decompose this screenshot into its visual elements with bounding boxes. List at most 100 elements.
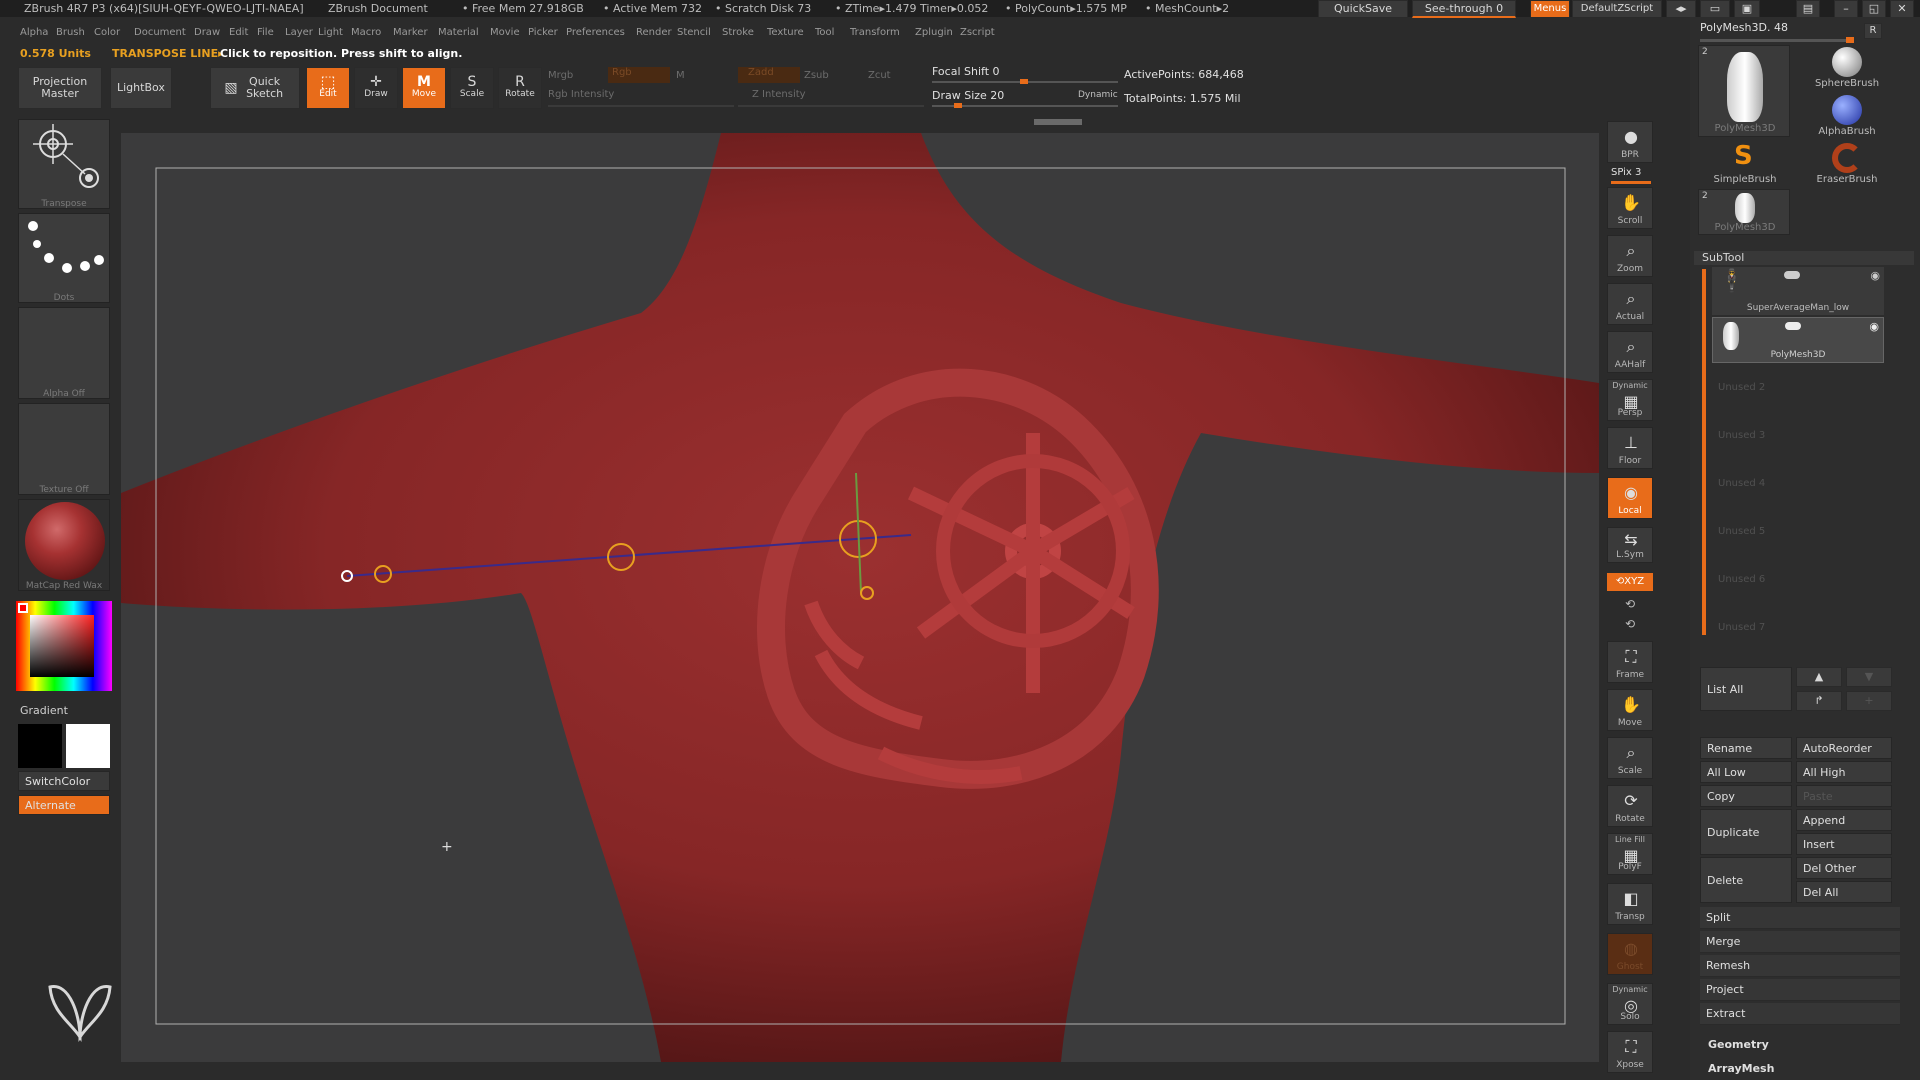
rgb-toggle[interactable]: Rgb bbox=[608, 67, 670, 83]
floor-button[interactable]: ⊥ Floor bbox=[1607, 427, 1653, 469]
layout-icon[interactable]: ▭ bbox=[1700, 0, 1730, 18]
remesh-section[interactable]: Remesh bbox=[1700, 955, 1900, 977]
current-color-swatch[interactable] bbox=[18, 603, 28, 613]
eye-icon[interactable]: ◉ bbox=[1870, 269, 1880, 282]
rotate-y-icon[interactable]: ⟲ bbox=[1625, 597, 1635, 611]
arraymesh-section[interactable]: ArrayMesh bbox=[1708, 1062, 1774, 1075]
rotate-z-icon[interactable]: ⟲ bbox=[1625, 617, 1635, 631]
all-low-button[interactable]: All Low bbox=[1700, 761, 1792, 783]
menu-document[interactable]: Document bbox=[134, 27, 186, 38]
aahalf-button[interactable]: ⌕ AAHalf bbox=[1607, 331, 1653, 373]
bpr-button[interactable]: ● BPR bbox=[1607, 121, 1653, 163]
edit-button[interactable]: ⬚ Edit bbox=[306, 67, 350, 109]
merge-section[interactable]: Merge bbox=[1700, 931, 1900, 953]
texture-thumb[interactable]: Texture Off bbox=[18, 403, 110, 495]
zadd-toggle[interactable]: Zadd bbox=[738, 67, 800, 83]
dynamic-toggle[interactable]: Dynamic bbox=[1078, 90, 1118, 100]
maximize-icon[interactable]: ◱ bbox=[1862, 0, 1886, 18]
see-through-slider[interactable]: See-through 0 bbox=[1412, 0, 1516, 18]
scale-button[interactable]: S Scale bbox=[450, 67, 494, 109]
ghost-button[interactable]: ◍ Ghost bbox=[1607, 933, 1653, 975]
menu-draw[interactable]: Draw bbox=[194, 27, 220, 38]
delete-button[interactable]: Delete bbox=[1700, 857, 1792, 903]
subtool-toggle[interactable] bbox=[1785, 322, 1801, 330]
menu-movie[interactable]: Movie bbox=[490, 27, 520, 38]
close-icon[interactable]: ✕ bbox=[1890, 0, 1914, 18]
zcut-toggle[interactable]: Zcut bbox=[868, 70, 891, 81]
stroke-thumb[interactable]: Dots bbox=[18, 213, 110, 303]
menu-zplugin[interactable]: Zplugin bbox=[915, 27, 953, 38]
del-all-button[interactable]: Del All bbox=[1796, 881, 1892, 903]
transpose-thumb[interactable]: Transpose bbox=[18, 119, 110, 209]
subtool-row-selected[interactable]: ◉ PolyMesh3D bbox=[1712, 317, 1884, 363]
all-high-button[interactable]: All High bbox=[1796, 761, 1892, 783]
alpha-brush-tool[interactable]: AlphaBrush bbox=[1802, 93, 1892, 137]
polymesh-tool-thumb[interactable]: 2 PolyMesh3D bbox=[1698, 45, 1790, 137]
menu-file[interactable]: File bbox=[257, 27, 274, 38]
arrow-down-icon[interactable]: ▼ bbox=[1846, 667, 1892, 687]
minimize-icon[interactable]: – bbox=[1834, 0, 1858, 18]
redirect-icon[interactable]: ↱ bbox=[1796, 691, 1842, 711]
focal-shift-handle[interactable] bbox=[1020, 79, 1028, 84]
menu-render[interactable]: Render bbox=[636, 27, 672, 38]
m-toggle[interactable]: M bbox=[676, 70, 685, 81]
default-zscript-button[interactable]: DefaultZScript bbox=[1572, 0, 1662, 18]
color-square[interactable] bbox=[30, 615, 94, 677]
eye-icon[interactable]: ◉ bbox=[1869, 320, 1879, 333]
local-button[interactable]: ◉ Local bbox=[1607, 477, 1653, 519]
menu-texture[interactable]: Texture bbox=[767, 27, 804, 38]
viewport-canvas[interactable]: + bbox=[121, 133, 1599, 1062]
eraser-brush-tool[interactable]: EraserBrush bbox=[1802, 141, 1892, 185]
simple-brush-tool[interactable]: S SimpleBrush bbox=[1700, 141, 1790, 185]
secondary-color-swatch[interactable] bbox=[18, 724, 62, 768]
material-thumb[interactable]: MatCap Red Wax bbox=[18, 499, 110, 591]
solo-button[interactable]: Dynamic ◎ Solo bbox=[1607, 983, 1653, 1025]
z-intensity-slider[interactable]: Z Intensity bbox=[752, 89, 806, 100]
main-color-swatch[interactable] bbox=[66, 724, 110, 768]
shelf-scrollbar[interactable] bbox=[1034, 119, 1082, 125]
rotate-view-button[interactable]: ⟳ Rotate bbox=[1607, 785, 1653, 827]
projection-master-button[interactable]: Projection Master bbox=[18, 67, 102, 109]
lock-icon[interactable]: ▤ bbox=[1796, 0, 1820, 18]
geometry-section[interactable]: Geometry bbox=[1708, 1038, 1769, 1051]
persp-button[interactable]: Dynamic ▦ Persp bbox=[1607, 379, 1653, 421]
tool-slider-handle[interactable] bbox=[1846, 37, 1854, 43]
menu-transform[interactable]: Transform bbox=[850, 27, 900, 38]
menu-macro[interactable]: Macro bbox=[351, 27, 381, 38]
menu-marker[interactable]: Marker bbox=[393, 27, 428, 38]
auto-reorder-button[interactable]: AutoReorder bbox=[1796, 737, 1892, 759]
scale-view-button[interactable]: ⌕ Scale bbox=[1607, 737, 1653, 779]
lsym-button[interactable]: ⇆ L.Sym bbox=[1607, 527, 1653, 563]
arrow-left-right-icon[interactable]: ◂▸ bbox=[1666, 0, 1696, 18]
rgb-intensity-slider[interactable]: Rgb Intensity bbox=[548, 89, 614, 100]
subtool-toggle[interactable] bbox=[1784, 271, 1800, 279]
mrgb-toggle[interactable]: Mrgb bbox=[548, 70, 573, 81]
menu-zscript[interactable]: Zscript bbox=[960, 27, 995, 38]
menu-preferences[interactable]: Preferences bbox=[566, 27, 625, 38]
reset-button[interactable]: R bbox=[1864, 23, 1882, 39]
frame-button[interactable]: ⛶ Frame bbox=[1607, 641, 1653, 683]
insert-button[interactable]: Insert bbox=[1796, 833, 1892, 855]
menu-picker[interactable]: Picker bbox=[528, 27, 558, 38]
menu-tool[interactable]: Tool bbox=[815, 27, 834, 38]
menu-brush[interactable]: Brush bbox=[56, 27, 85, 38]
plus-icon[interactable]: + bbox=[1846, 691, 1892, 711]
paste-button[interactable]: Paste bbox=[1796, 785, 1892, 807]
move-view-button[interactable]: ✋ Move bbox=[1607, 689, 1653, 731]
move-button[interactable]: M Move bbox=[402, 67, 446, 109]
polymesh2-tool-thumb[interactable]: 2 PolyMesh3D bbox=[1698, 189, 1790, 235]
xyz-button[interactable]: ⟲XYZ bbox=[1607, 573, 1653, 591]
actual-button[interactable]: ⌕ Actual bbox=[1607, 283, 1653, 325]
copy-button[interactable]: Copy bbox=[1700, 785, 1792, 807]
sphere-brush-tool[interactable]: SphereBrush bbox=[1802, 45, 1892, 89]
menu-light[interactable]: Light bbox=[318, 27, 343, 38]
menu-stroke[interactable]: Stroke bbox=[722, 27, 754, 38]
list-all-button[interactable]: List All bbox=[1700, 667, 1792, 711]
duplicate-button[interactable]: Duplicate bbox=[1700, 809, 1792, 855]
menu-edit[interactable]: Edit bbox=[229, 27, 248, 38]
color-picker[interactable] bbox=[16, 601, 112, 691]
menus-button[interactable]: Menus bbox=[1530, 0, 1570, 18]
draw-button[interactable]: ✛ Draw bbox=[354, 67, 398, 109]
draw-size-handle[interactable] bbox=[954, 103, 962, 108]
split-section[interactable]: Split bbox=[1700, 907, 1900, 929]
